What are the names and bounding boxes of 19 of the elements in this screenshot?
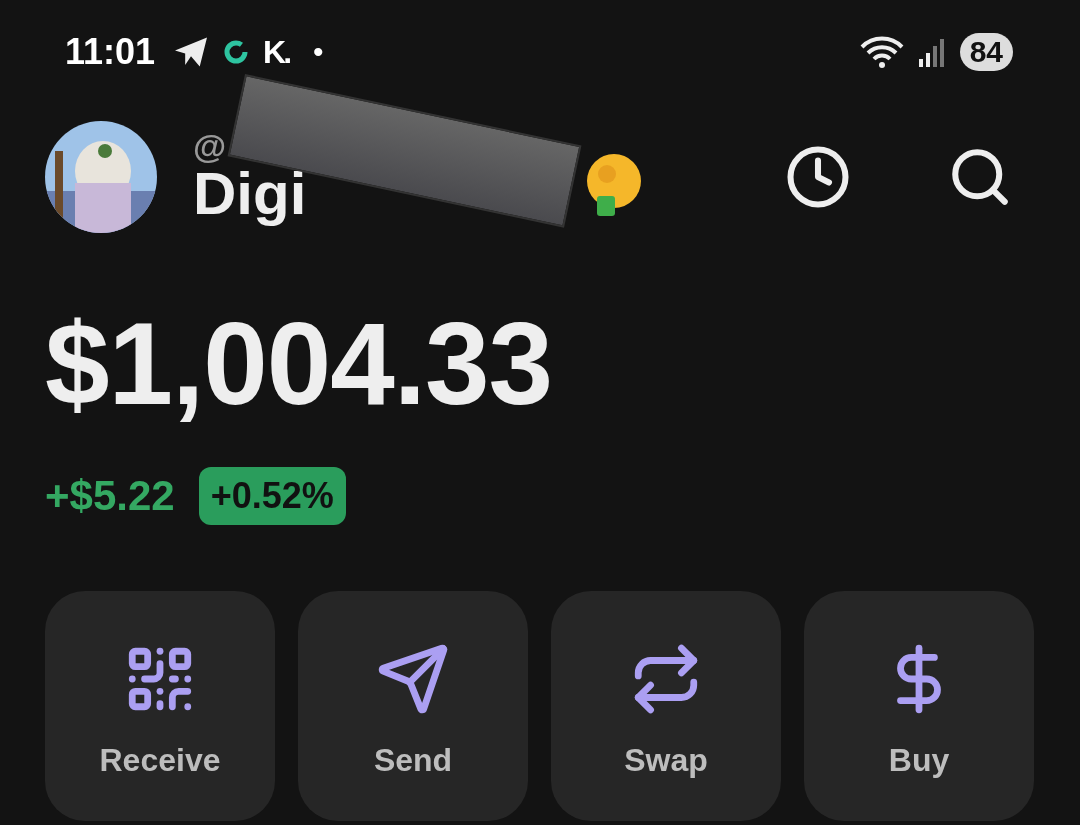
wifi-icon	[859, 35, 904, 69]
action-button[interactable]: Swap	[551, 591, 781, 821]
battery-level: 84	[959, 33, 1013, 71]
percent-change: +0.52%	[198, 467, 346, 525]
balance-change: +$5.22	[45, 472, 175, 520]
money-face-icon	[585, 152, 643, 218]
profile-handle: @	[193, 128, 228, 163]
action-button[interactable]: Send	[298, 591, 528, 821]
balance-amount: $1,004.33	[45, 299, 554, 429]
ring-icon	[223, 39, 250, 65]
notification-dot: •	[313, 35, 324, 69]
action-button[interactable]: Buy	[804, 591, 1034, 821]
action-button[interactable]: Receive	[45, 591, 275, 821]
status-time: 11:01	[65, 31, 156, 73]
paper-plane-icon	[173, 36, 210, 68]
app-logo: K.	[263, 33, 290, 71]
profile-name: Digi	[193, 162, 307, 225]
paper-plane-icon	[376, 642, 450, 716]
signal-icon	[917, 37, 946, 67]
